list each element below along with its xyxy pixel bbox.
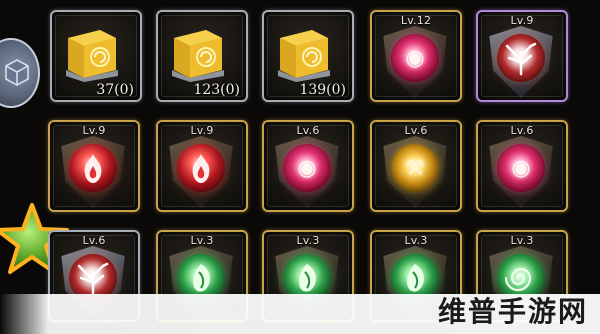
chest-slot-2[interactable]: 123(0) [156, 10, 248, 102]
tree-icon [505, 42, 537, 76]
cube-icon [5, 59, 29, 86]
relic-slot[interactable]: Lv.9 [156, 120, 248, 212]
flame-icon [192, 154, 210, 183]
cube-side-button[interactable] [0, 38, 40, 108]
relic-slot[interactable]: Lv.6 ◉ [476, 120, 568, 212]
level-label: Lv.6 [510, 124, 534, 137]
inventory-grid: 37(0) 123(0) 139(0) Lv.12 ◉ Lv.9 Lv.9 Lv… [48, 10, 600, 334]
swirl-icon: ◉ [511, 155, 531, 181]
chest-slot-1[interactable]: 37(0) [50, 10, 142, 102]
level-label: Lv.3 [190, 234, 214, 247]
level-label: Lv.6 [404, 124, 428, 137]
level-label: Lv.3 [404, 234, 428, 247]
level-label: Lv.9 [82, 124, 106, 137]
flame-icon [84, 154, 102, 183]
chest-slot-3[interactable]: 139(0) [262, 10, 354, 102]
relic-slot[interactable]: Lv.6 ◉ [262, 120, 354, 212]
level-label: Lv.9 [190, 124, 214, 137]
axe-icon: ⚒ [405, 155, 425, 181]
swirl-icon: ◉ [297, 155, 317, 181]
swirl-icon: ◉ [405, 45, 425, 71]
watermark-text: 维普手游网 [437, 295, 588, 328]
watermark: 维普手游网 [0, 294, 600, 334]
level-label: Lv.9 [510, 14, 534, 27]
relic-slot[interactable]: Lv.9 [48, 120, 140, 212]
relic-slot[interactable]: Lv.9 [476, 10, 568, 102]
level-label: Lv.6 [296, 124, 320, 137]
level-label: Lv.12 [400, 14, 432, 27]
level-label: Lv.3 [510, 234, 534, 247]
item-count: 139(0) [299, 82, 346, 98]
level-label: Lv.6 [82, 234, 106, 247]
relic-slot[interactable]: Lv.6 ⚒ [370, 120, 462, 212]
relic-slot[interactable]: Lv.12 ◉ [370, 10, 462, 102]
item-count: 37(0) [96, 82, 134, 98]
golden-chest-icon [66, 30, 118, 82]
golden-chest-icon [278, 30, 330, 82]
item-count: 123(0) [193, 82, 240, 98]
level-label: Lv.3 [296, 234, 320, 247]
golden-chest-icon [172, 30, 224, 82]
